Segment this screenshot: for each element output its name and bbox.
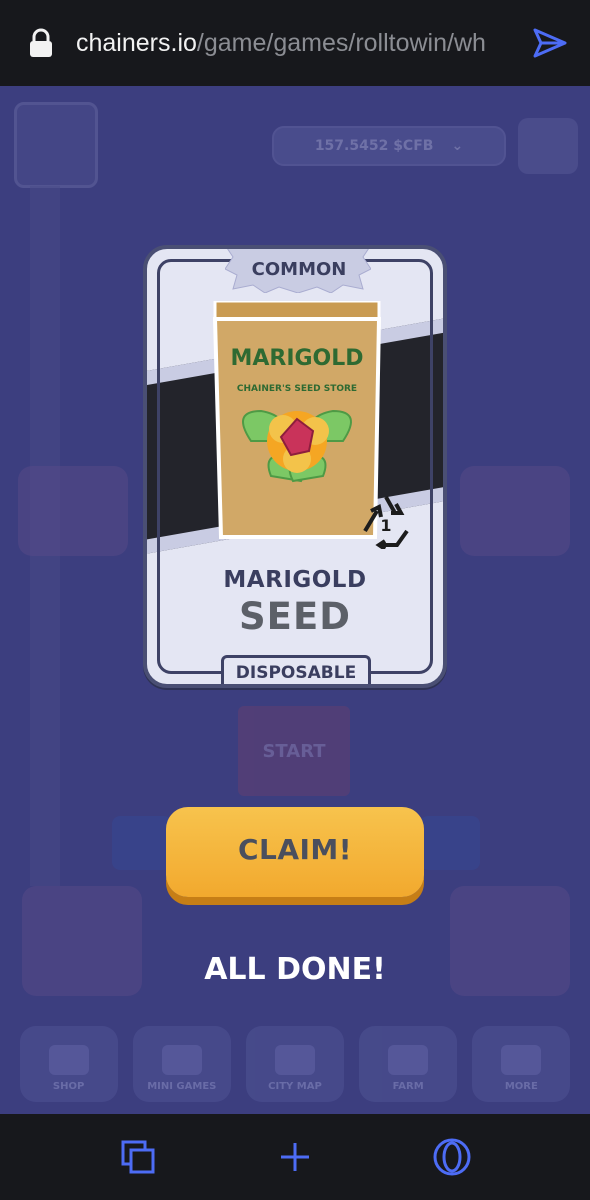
nav-tab-label: MORE: [504, 1081, 538, 1092]
board-tile: [18, 466, 128, 556]
lock-icon: [28, 28, 54, 58]
rarity-label: COMMON: [251, 259, 347, 280]
recycle-icon: 1: [363, 496, 409, 549]
nav-tab-city-map: CITY MAP: [245, 1026, 344, 1102]
balance-display: 157.5452 $CFB ⌄: [272, 126, 506, 166]
dice-right-button: [420, 816, 480, 870]
url-path: /game/games/rolltowin/wh: [196, 28, 486, 57]
start-button: START: [238, 706, 350, 796]
count-badge: 1: [380, 516, 391, 535]
browser-bottom-bar: [0, 1114, 590, 1200]
claim-button[interactable]: CLAIM!: [166, 807, 424, 897]
plus-icon[interactable]: [273, 1135, 317, 1179]
tabs-icon[interactable]: [116, 1135, 160, 1179]
shop-icon: [48, 1045, 89, 1075]
player-avatar: [14, 102, 98, 188]
url-host: chainers.io: [76, 28, 197, 57]
game-area: 157.5452 $CFB ⌄ START SHOP MINI GAMES CI…: [0, 86, 590, 1114]
browser-url-bar[interactable]: chainers.io/game/games/rolltowin/wh: [0, 0, 590, 86]
bag-title: MARIGOLD: [230, 346, 363, 371]
nav-tab-mini-games: MINI GAMES: [132, 1026, 231, 1102]
item-tag: DISPOSABLE: [221, 655, 371, 684]
balance-value: 157.5452 $CFB: [314, 138, 434, 154]
board-tile: [460, 466, 570, 556]
bag-subtitle: CHAINER'S SEED STORE: [237, 384, 357, 394]
nav-tab-label: CITY MAP: [268, 1081, 322, 1092]
chevron-down-icon: ⌄: [451, 138, 464, 154]
nav-tab-label: SHOP: [52, 1081, 85, 1092]
bottom-game-nav: SHOP MINI GAMES CITY MAP FARM MORE: [0, 1026, 590, 1106]
nav-tab-label: MINI GAMES: [147, 1081, 217, 1092]
url-text[interactable]: chainers.io/game/games/rolltowin/wh: [76, 29, 518, 58]
item-type: SEED: [239, 595, 351, 638]
send-icon[interactable]: [530, 23, 570, 63]
gamepad-icon: [161, 1045, 202, 1075]
nav-tab-farm: FARM: [359, 1026, 458, 1102]
status-text: ALL DONE!: [204, 952, 386, 987]
item-name: MARIGOLD: [223, 567, 367, 593]
opera-menu-icon[interactable]: [430, 1135, 474, 1179]
nav-tab-shop: SHOP: [19, 1026, 118, 1102]
dice-left-button: [112, 816, 172, 870]
menu-button: [518, 118, 578, 174]
farm-icon: [388, 1045, 429, 1075]
reward-card: COMMON MARIGOLD CHAINER'S SEED STORE 1 M…: [143, 245, 447, 688]
map-icon: [274, 1045, 315, 1075]
more-icon: [501, 1045, 542, 1075]
nav-tab-label: FARM: [392, 1081, 424, 1092]
nav-tab-more: MORE: [472, 1026, 571, 1102]
